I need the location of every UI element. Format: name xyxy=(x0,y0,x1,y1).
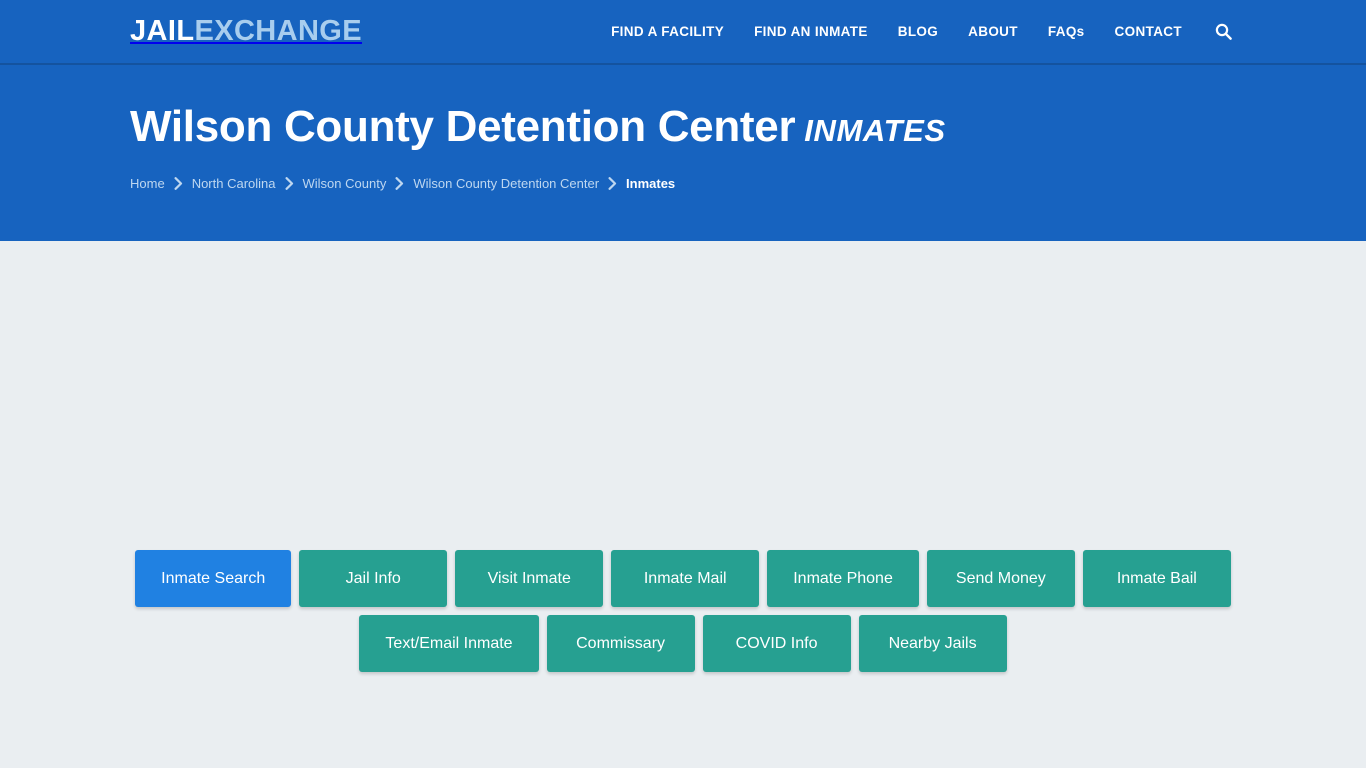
facility-nav-row-1: Inmate Search Jail Info Visit Inmate Inm… xyxy=(0,550,1366,607)
nav-item-find-a-facility[interactable]: FIND A FACILITY xyxy=(596,25,739,39)
nearby-jails-button[interactable]: Nearby Jails xyxy=(858,615,1007,672)
nav-item-faqs[interactable]: FAQs xyxy=(1033,25,1100,39)
breadcrumb-item-home[interactable]: Home xyxy=(130,177,165,190)
logo-text-primary: JAIL xyxy=(130,15,195,47)
page-title: Wilson County Detention Center INMATES xyxy=(130,102,1366,151)
main-navigation: FIND A FACILITY FIND AN INMATE BLOG ABOU… xyxy=(596,23,1238,40)
logo-text-secondary: EXCHANGE xyxy=(194,15,363,47)
facility-nav-row-2: Text/Email Inmate Commissary COVID Info … xyxy=(0,615,1366,672)
text-email-inmate-button[interactable]: Text/Email Inmate xyxy=(359,615,539,672)
chevron-right-icon xyxy=(599,177,626,191)
content-placeholder-area xyxy=(0,241,1366,550)
inmate-bail-button[interactable]: Inmate Bail xyxy=(1082,550,1231,607)
breadcrumb-item-north-carolina[interactable]: North Carolina xyxy=(192,177,276,190)
chevron-right-icon xyxy=(386,177,413,191)
breadcrumb-item-wilson-county-detention-center[interactable]: Wilson County Detention Center xyxy=(413,177,599,190)
visit-inmate-button[interactable]: Visit Inmate xyxy=(455,550,604,607)
inmate-phone-button[interactable]: Inmate Phone xyxy=(767,550,919,607)
jail-info-button[interactable]: Jail Info xyxy=(299,550,448,607)
page-title-suffix: INMATES xyxy=(804,113,946,148)
nav-item-blog[interactable]: BLOG xyxy=(883,25,953,39)
breadcrumb-item-inmates: Inmates xyxy=(626,176,676,192)
search-icon[interactable] xyxy=(1197,23,1238,40)
breadcrumb: Home North Carolina Wilson County Wilson… xyxy=(130,177,1366,190)
top-navbar: JAILEXCHANGE FIND A FACILITY FIND AN INM… xyxy=(0,0,1366,65)
covid-info-button[interactable]: COVID Info xyxy=(702,615,851,672)
page-hero: Wilson County Detention Center INMATES Ho… xyxy=(0,65,1366,241)
chevron-right-icon xyxy=(276,177,303,191)
send-money-button[interactable]: Send Money xyxy=(926,550,1075,607)
facility-nav-buttons: Inmate Search Jail Info Visit Inmate Inm… xyxy=(0,550,1366,672)
inmate-search-button[interactable]: Inmate Search xyxy=(135,550,292,607)
site-logo[interactable]: JAILEXCHANGE xyxy=(130,17,362,46)
nav-item-find-an-inmate[interactable]: FIND AN INMATE xyxy=(739,25,883,39)
nav-item-contact[interactable]: CONTACT xyxy=(1100,25,1197,39)
nav-item-about[interactable]: ABOUT xyxy=(953,25,1033,39)
navbar-inner: JAILEXCHANGE FIND A FACILITY FIND AN INM… xyxy=(0,17,1366,46)
breadcrumb-item-wilson-county[interactable]: Wilson County xyxy=(303,177,387,190)
inmate-mail-button[interactable]: Inmate Mail xyxy=(611,550,760,607)
commissary-button[interactable]: Commissary xyxy=(546,615,695,672)
page-title-main: Wilson County Detention Center xyxy=(130,102,796,151)
chevron-right-icon xyxy=(165,177,192,191)
